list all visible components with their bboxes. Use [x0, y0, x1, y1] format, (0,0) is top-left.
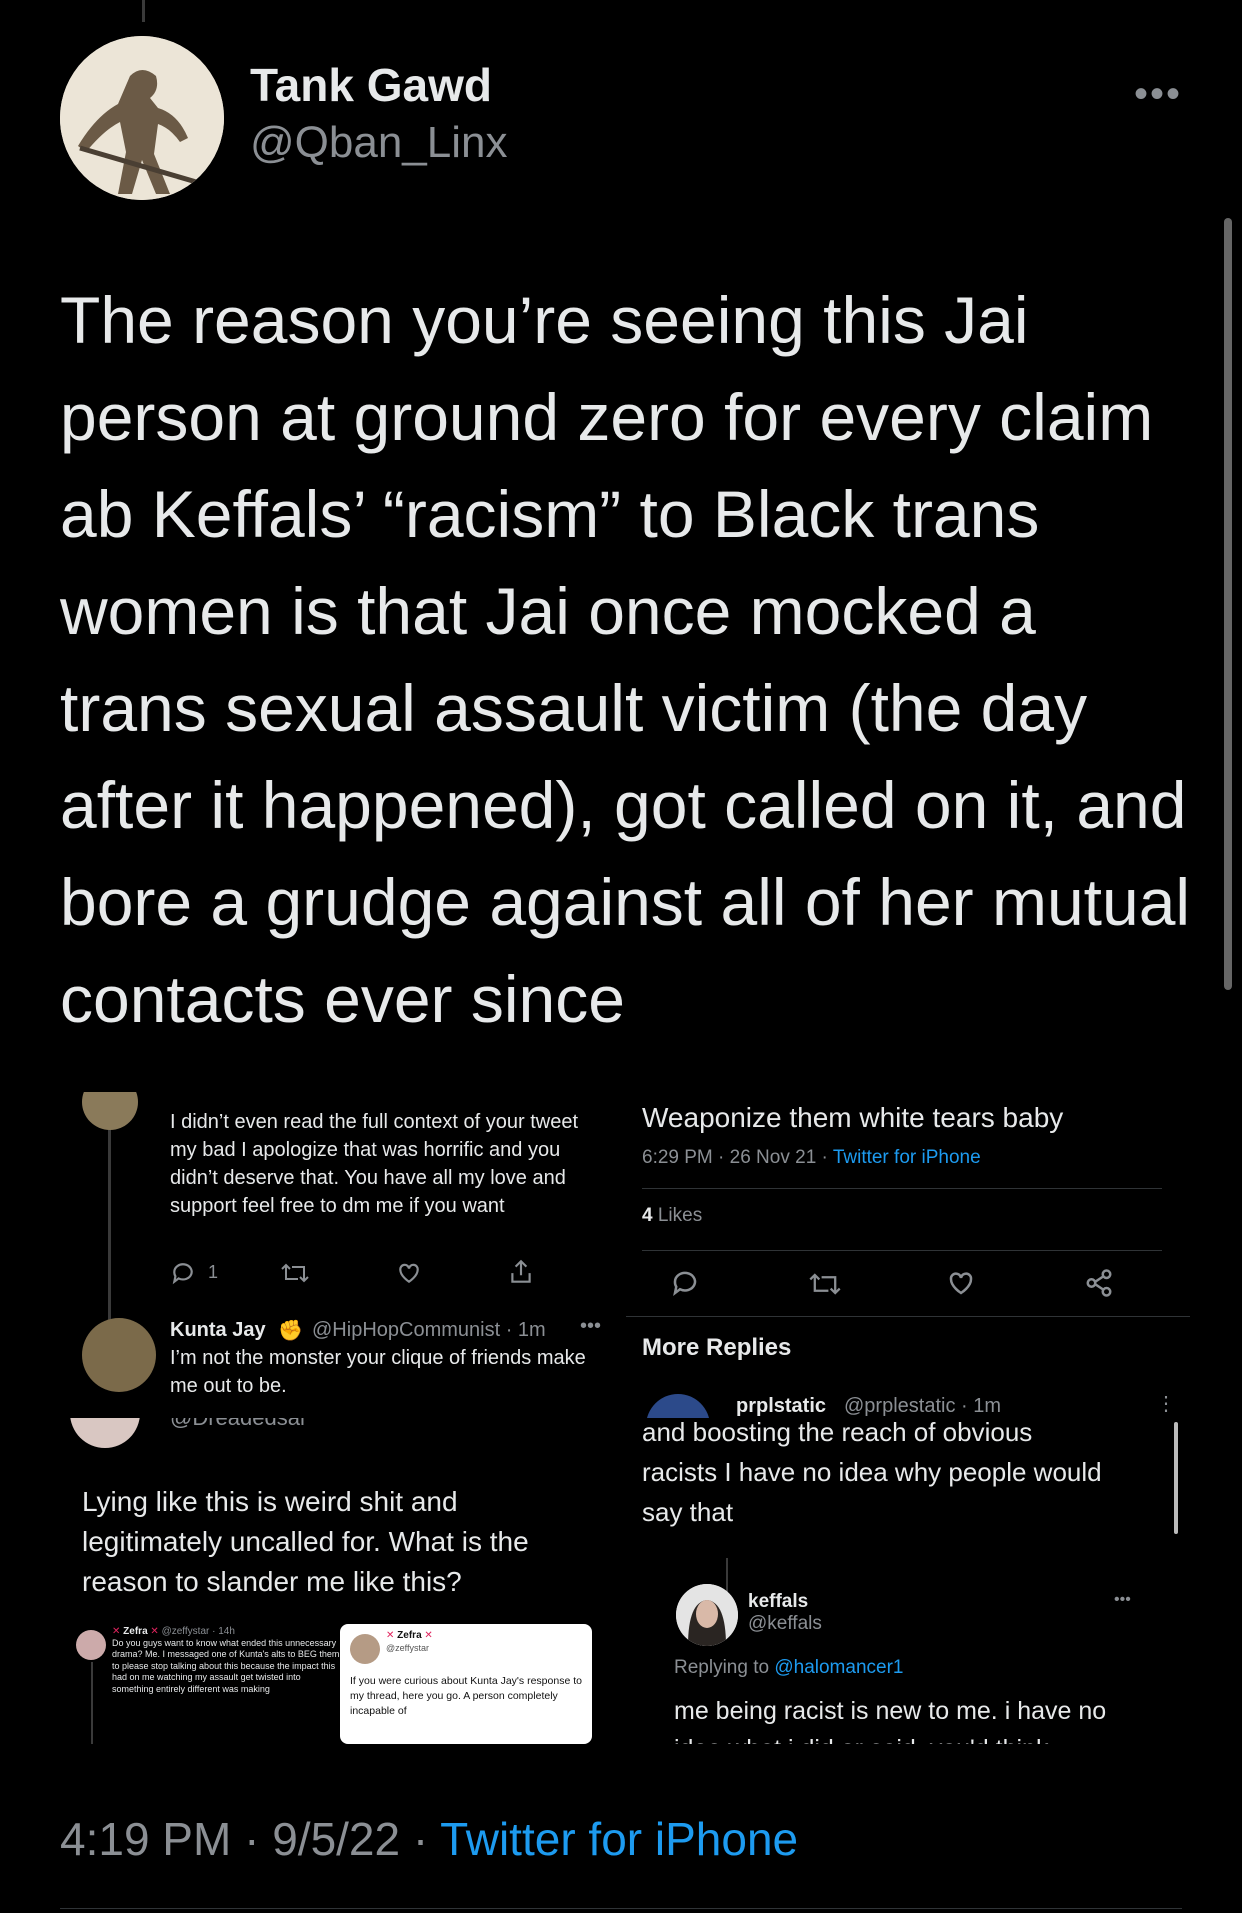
x-mark-icon: ✕: [150, 1626, 159, 1637]
replying-to: Replying to @halomancer1: [674, 1654, 903, 1682]
divider: [60, 1908, 1182, 1909]
divider: [642, 1188, 1162, 1189]
quoted-tweet-meta: 6:29 PM · 26 Nov 21 · Twitter for iPhone: [642, 1144, 981, 1172]
dreadedsal-avatar[interactable]: [70, 1418, 140, 1448]
x-mark-icon: ✕: [424, 1630, 433, 1641]
keffals-avatar[interactable]: [676, 1584, 738, 1646]
like-icon[interactable]: [946, 1268, 976, 1298]
kunta-avatar[interactable]: [82, 1318, 156, 1392]
media-screenshot-2[interactable]: Weaponize them white tears baby 6:29 PM …: [626, 1092, 1190, 1418]
author-handle[interactable]: @Qban_Linx: [250, 118, 508, 168]
keffals-more-icon[interactable]: •••: [1114, 1586, 1131, 1614]
keffals-handle[interactable]: @keffals: [748, 1610, 822, 1638]
cut-handle: @Dreadedsal: [170, 1418, 305, 1432]
likes-row[interactable]: 4 Likes: [642, 1202, 702, 1230]
zefra-card-avatar[interactable]: [350, 1634, 380, 1664]
prplstatic-name[interactable]: prplstatic: [736, 1392, 826, 1418]
kunta-handle[interactable]: @HipHopCommunist · 1m: [312, 1316, 546, 1344]
zefra-text: Do you guys want to know what ended this…: [112, 1638, 340, 1694]
zefra-header: ✕ Zefra ✕ @zeffystar · 14h: [112, 1626, 235, 1638]
statue-figure-icon: [60, 36, 224, 200]
thread-connector-line: [142, 0, 145, 22]
zefra-avatar[interactable]: [76, 1630, 106, 1660]
kunta-text: I’m not the monster your clique of frien…: [170, 1347, 586, 1397]
tweet-source[interactable]: Twitter for iPhone: [440, 1813, 798, 1865]
media-screenshot-1[interactable]: I didn’t even read the full context of y…: [60, 1092, 620, 1418]
thread-line: [91, 1662, 93, 1744]
media-screenshot-3[interactable]: @Dreadedsal Lying like this is weird shi…: [60, 1418, 620, 1744]
reply-text: I didn’t even read the full context of y…: [170, 1111, 579, 1217]
replying-to-link[interactable]: @halomancer1: [774, 1657, 903, 1678]
separator: ·: [244, 1813, 260, 1865]
like-icon[interactable]: [396, 1260, 422, 1286]
divider: [642, 1250, 1162, 1251]
more-options-icon[interactable]: •••: [1134, 72, 1182, 117]
retweet-icon[interactable]: [280, 1260, 310, 1286]
cut-reply-text: and boosting the reach of obvious racist…: [642, 1418, 1102, 1527]
embedded-card[interactable]: ✕ Zefra ✕ @zeffystar If you were curious…: [340, 1624, 592, 1744]
separator: ·: [412, 1813, 429, 1865]
raised-fist-icon: ✊: [278, 1320, 303, 1342]
prplstatic-handle[interactable]: @prplestatic · 1m: [844, 1392, 1001, 1418]
x-mark-icon: ✕: [112, 1626, 121, 1637]
likes-label: Likes: [657, 1205, 703, 1226]
x-mark-icon: ✕: [386, 1630, 395, 1641]
scrollbar[interactable]: [1224, 218, 1232, 990]
embedded-tweet[interactable]: ✕ Zefra ✕ @zeffystar · 14h Do you guys w…: [76, 1626, 346, 1744]
zefra-handle[interactable]: @zeffystar · 14h: [162, 1626, 235, 1637]
tweet-text: The reason you’re seeing this Jai person…: [60, 283, 1191, 1036]
user-avatar[interactable]: [82, 1092, 138, 1130]
zefra-card-text: If you were curious about Kunta Jay's re…: [350, 1675, 582, 1717]
share-icon[interactable]: [1084, 1268, 1114, 1298]
zefra-card-name[interactable]: Zefra: [397, 1630, 421, 1641]
likes-count: 4: [642, 1205, 653, 1226]
quoted-tweet-text: Weaponize them white tears baby: [642, 1102, 1064, 1133]
portrait-icon: [676, 1584, 738, 1646]
keffals-text: me being racist is new to me. i have no …: [674, 1697, 1107, 1744]
reply-icon[interactable]: [670, 1268, 700, 1298]
tweet-time[interactable]: 4:19 PM: [60, 1813, 231, 1865]
prplstatic-more-icon[interactable]: ⋮: [1156, 1390, 1176, 1418]
author-name[interactable]: Tank Gawd: [250, 58, 492, 112]
zefra-card-handle[interactable]: @zeffystar: [386, 1642, 429, 1654]
dreadedsal-text: Lying like this is weird shit and legiti…: [82, 1486, 529, 1597]
reply-icon[interactable]: [170, 1260, 196, 1286]
scrollbar[interactable]: [1174, 1422, 1178, 1534]
quoted-tweet-source[interactable]: Twitter for iPhone: [833, 1147, 981, 1168]
kunta-name[interactable]: Kunta Jay: [170, 1316, 266, 1344]
quoted-tweet-time: 6:29 PM · 26 Nov 21 ·: [642, 1147, 833, 1168]
tweet-meta: 4:19 PM · 9/5/22 · Twitter for iPhone: [60, 1812, 798, 1866]
zefra-name[interactable]: Zefra: [123, 1626, 147, 1637]
media-screenshot-4[interactable]: and boosting the reach of obvious racist…: [626, 1418, 1190, 1744]
tweet-media-grid[interactable]: I didn’t even read the full context of y…: [60, 1092, 1190, 1744]
divider: [626, 1316, 1190, 1317]
kunta-more-icon[interactable]: •••: [580, 1312, 601, 1340]
retweet-icon[interactable]: [808, 1270, 842, 1298]
more-replies-heading: More Replies: [642, 1334, 792, 1361]
thread-line: [726, 1558, 728, 1594]
zefra-card-name-row: ✕ Zefra ✕: [386, 1630, 433, 1642]
prplstatic-avatar[interactable]: [646, 1394, 710, 1418]
tweet-date[interactable]: 9/5/22: [272, 1813, 400, 1865]
replying-prefix: Replying to: [674, 1657, 775, 1678]
reply-count: 1: [208, 1262, 219, 1282]
author-avatar[interactable]: [60, 36, 224, 200]
share-icon[interactable]: [508, 1258, 534, 1286]
